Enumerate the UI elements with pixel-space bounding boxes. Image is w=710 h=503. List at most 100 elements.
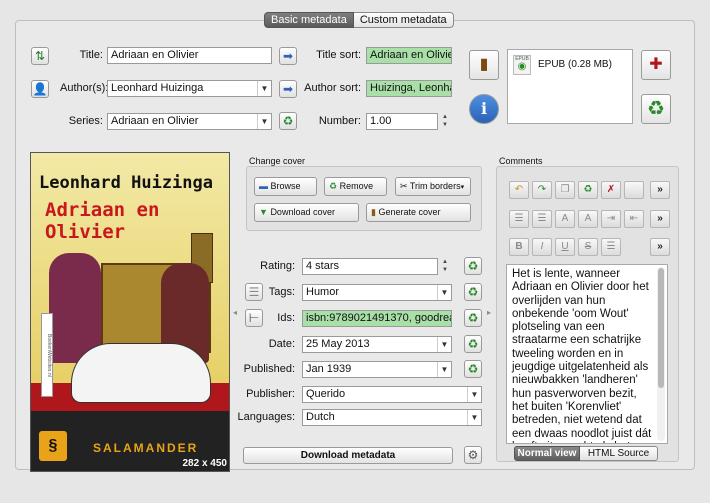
chevron-down-icon[interactable]: ▼ [257, 81, 271, 96]
font-size-up-icon[interactable]: A [578, 210, 598, 228]
download-metadata-button[interactable]: Download metadata [243, 447, 453, 464]
browse-label: Browse [270, 181, 301, 191]
chevron-down-icon[interactable]: ▼ [467, 387, 481, 402]
outdent-icon[interactable]: ⇤ [624, 210, 644, 228]
chevron-down-icon[interactable]: ▼ [437, 337, 451, 352]
number-stepper-icon[interactable]: ▲ ▼ [440, 113, 450, 130]
comments-scrollbar[interactable] [657, 267, 665, 441]
cover-size-label: 282 x 450 [182, 458, 228, 469]
recycle-icon[interactable]: ♻ [578, 181, 598, 199]
trim-icon: ✂ [400, 181, 408, 191]
series-combo[interactable]: Adriaan en Olivier ▼ [107, 113, 272, 130]
strikethrough-icon[interactable]: S [578, 238, 598, 256]
author-combo[interactable]: Leonhard Huizinga ▼ [107, 80, 272, 97]
comments-text: Het is lente, wanneer Adriaan en Olivier… [512, 268, 652, 443]
restore-cover-icon[interactable]: ♻ [641, 94, 671, 124]
info-icon[interactable]: i [469, 94, 499, 124]
copy-author-sort-icon[interactable]: ➡ [279, 80, 297, 98]
numbered-list-icon[interactable]: ☰ [532, 210, 552, 228]
more-tools-icon[interactable]: » [650, 238, 670, 256]
configure-download-icon[interactable]: ⚙ [464, 446, 482, 464]
font-size-down-icon[interactable]: A [555, 210, 575, 228]
tag-editor-icon[interactable]: ☰ [245, 283, 263, 301]
comments-editor[interactable]: Het is lente, wanneer Adriaan en Olivier… [506, 264, 668, 444]
tab-basic-metadata[interactable]: Basic metadata [264, 12, 354, 28]
author-label: Author(s): [60, 82, 109, 94]
chevron-down-icon[interactable]: ▼ [467, 410, 481, 425]
publisher-combo[interactable]: Querido ▼ [302, 386, 482, 403]
published-label: Published: [243, 363, 295, 375]
cover-spine-label: BoekenWebsites.nl [41, 313, 53, 397]
trim-label: Trim borders [409, 181, 461, 191]
ids-field[interactable]: isbn:9789021491370, goodreads [302, 310, 452, 327]
download-icon: ▼ [259, 207, 268, 217]
published-picker[interactable]: Jan 1939 ▼ [302, 361, 452, 378]
splitter-handle-icon[interactable]: ▸ [487, 308, 491, 317]
copy-title-sort-icon[interactable]: ➡ [279, 47, 297, 65]
clear-published-icon[interactable]: ♻ [464, 360, 482, 378]
browse-cover-button[interactable]: ▬ Browse [254, 177, 317, 196]
tab-custom-metadata[interactable]: Custom metadata [353, 12, 454, 28]
folder-icon: ▬ [259, 181, 268, 191]
splitter-handle-icon[interactable]: ◂ [233, 308, 237, 317]
manage-authors-icon[interactable]: 👤 [31, 80, 49, 98]
delete-format-icon[interactable]: ✚ [641, 50, 671, 80]
clear-tags-icon[interactable]: ♻ [464, 283, 482, 301]
tags-combo[interactable]: Humor ▼ [302, 284, 452, 301]
date-picker[interactable]: 25 May 2013 ▼ [302, 336, 452, 353]
tab-html-source[interactable]: HTML Source [580, 446, 658, 461]
series-number-spinbox[interactable]: 1.00 [366, 113, 438, 130]
clear-rating-icon[interactable]: ♻ [464, 257, 482, 275]
chevron-down-icon[interactable]: ▼ [437, 362, 451, 377]
clear-text-icon[interactable]: ✗ [601, 181, 621, 199]
download-cover-button[interactable]: ▼ Download cover [254, 203, 359, 222]
series-value: Adriaan en Olivier [111, 115, 199, 127]
trim-borders-button[interactable]: ✂ Trim borders▾ [395, 177, 471, 196]
format-item[interactable]: EPUB (0.28 MB) [538, 59, 612, 70]
underline-icon[interactable]: U [555, 238, 575, 256]
author-sort-field[interactable]: Huizinga, Leonhard [366, 80, 452, 97]
metadata-tabs: Basic metadata Custom metadata [264, 12, 454, 28]
chevron-down-icon[interactable]: ▼ [257, 114, 271, 129]
tags-value: Humor [306, 286, 340, 298]
rating-spinbox[interactable]: 4 stars [302, 258, 438, 275]
italic-icon[interactable]: I [532, 238, 552, 256]
generate-cover-button[interactable]: ▮ Generate cover [366, 203, 471, 222]
indent-icon[interactable]: ⇥ [601, 210, 621, 228]
more-tools-icon[interactable]: » [650, 210, 670, 228]
cover-figure-center [71, 343, 211, 403]
copy-icon[interactable]: ❐ [555, 181, 575, 199]
align-left-icon[interactable]: ☰ [601, 238, 621, 256]
recycle-icon: ♻ [329, 181, 338, 191]
rating-stepper-icon[interactable]: ▲ ▼ [440, 258, 450, 275]
date-value: 25 May 2013 [306, 338, 370, 350]
clear-ids-icon[interactable]: ♻ [464, 309, 482, 327]
more-tools-icon[interactable]: » [650, 181, 670, 199]
languages-combo[interactable]: Dutch ▼ [302, 409, 482, 426]
remove-cover-button[interactable]: ♻ Remove [324, 177, 387, 196]
tab-normal-view[interactable]: Normal view [514, 446, 580, 461]
title-sort-field[interactable]: Adriaan en Olivier [366, 47, 452, 64]
swap-title-author-icon[interactable]: ⇅ [31, 47, 49, 65]
formats-list[interactable]: EPUB ◉ EPUB (0.28 MB) [507, 49, 633, 124]
undo-icon[interactable]: ↶ [509, 181, 529, 199]
publisher-label: Publisher: [246, 388, 295, 400]
bold-icon[interactable]: B [509, 238, 529, 256]
comments-caption: Comments [499, 156, 543, 166]
blank-tool-icon[interactable] [624, 181, 644, 199]
author-sort-label: Author sort: [304, 82, 361, 94]
title-field[interactable]: Adriaan en Olivier [107, 47, 272, 64]
ids-label: Ids: [277, 312, 295, 324]
chevron-down-icon[interactable]: ▼ [437, 285, 451, 300]
chevron-down-icon: ▾ [460, 184, 465, 191]
ids-editor-icon[interactable]: ⊢ [245, 309, 263, 327]
clear-date-icon[interactable]: ♻ [464, 335, 482, 353]
bullet-list-icon[interactable]: ☰ [509, 210, 529, 228]
published-value: Jan 1939 [306, 363, 352, 375]
cover-author: Leonhard Huizinga [39, 173, 213, 193]
clear-series-icon[interactable]: ♻ [279, 112, 297, 130]
add-format-icon[interactable]: ▮ [469, 50, 499, 80]
scrollbar-thumb[interactable] [658, 268, 664, 388]
tags-label: Tags: [268, 286, 295, 298]
redo-icon[interactable]: ↷ [532, 181, 552, 199]
